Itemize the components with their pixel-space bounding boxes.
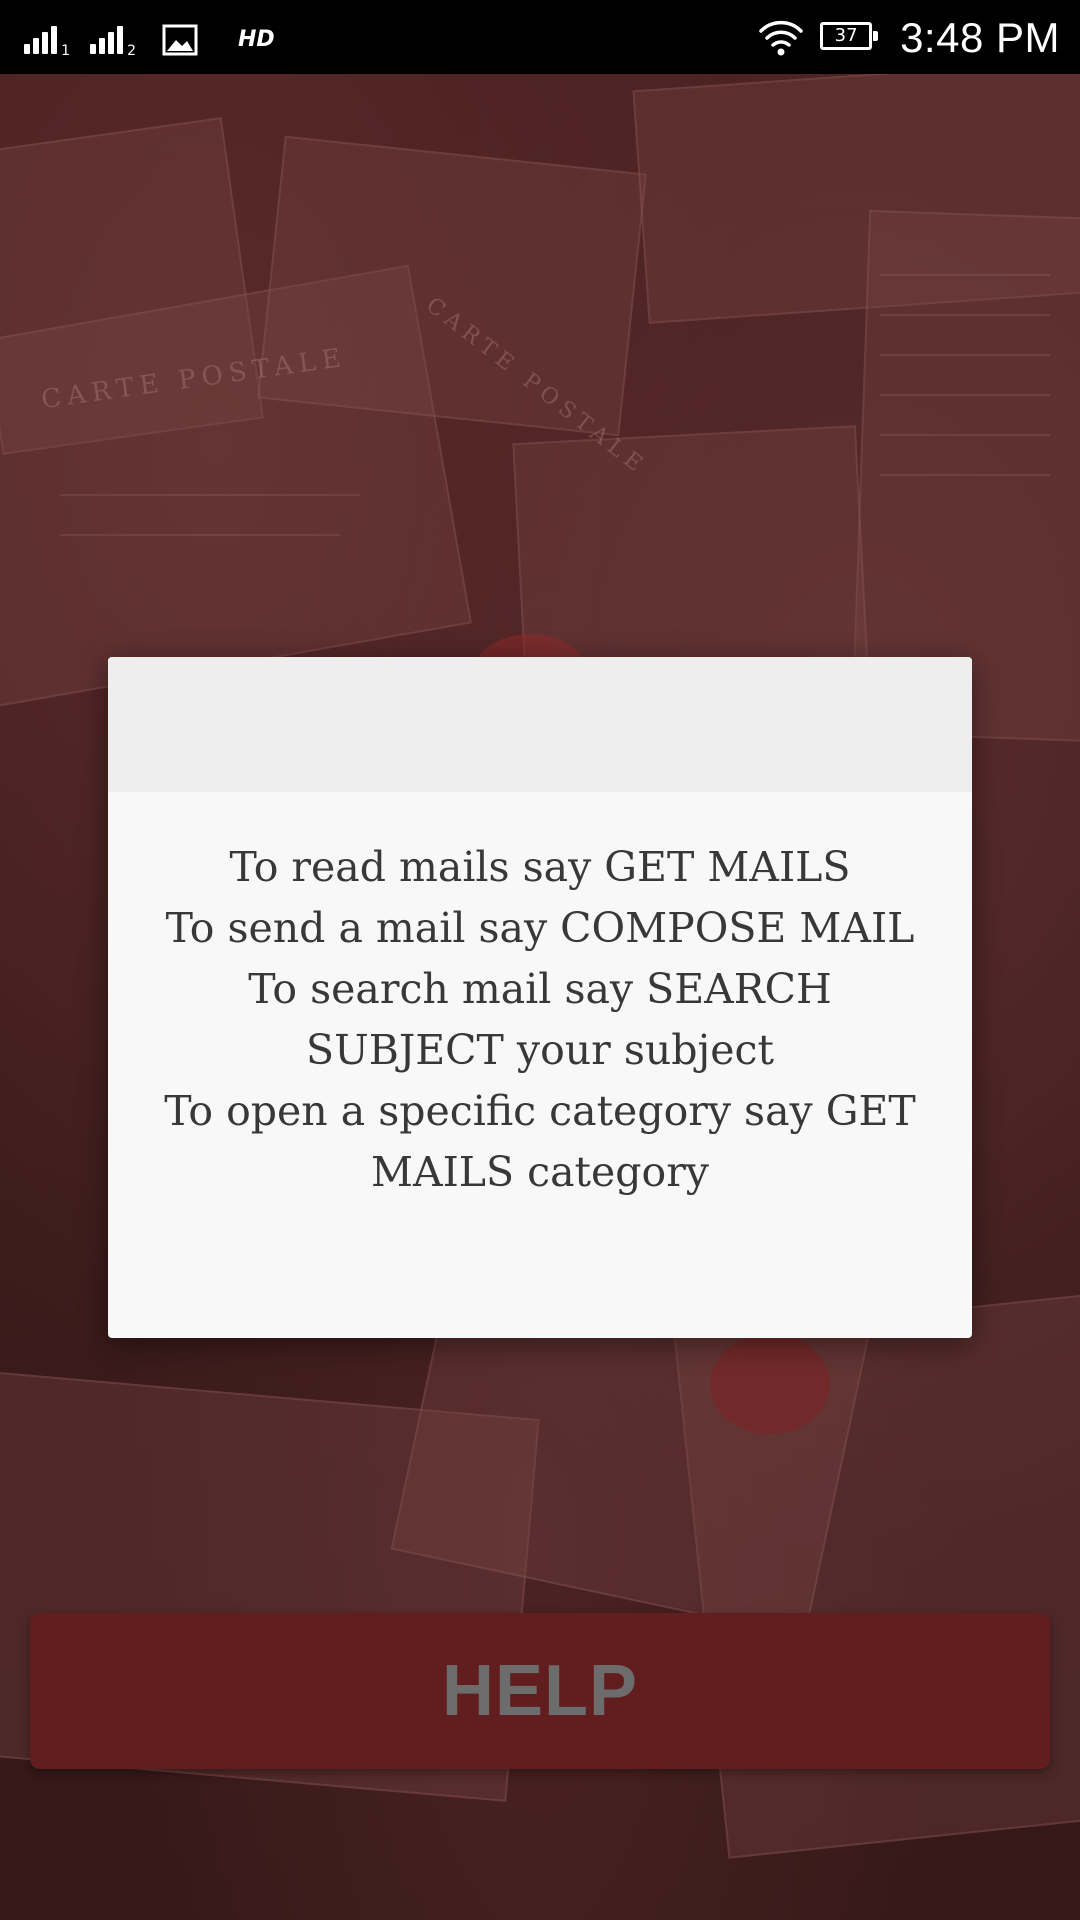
dialog-message: To read mails say GET MAILS To send a ma… xyxy=(148,837,932,1203)
instruction-search-subject: To search mail say SEARCH SUBJECT your s… xyxy=(248,965,832,1074)
dialog-header xyxy=(108,657,972,792)
hd-indicator: HD xyxy=(238,27,275,52)
instruction-get-mails: To read mails say GET MAILS xyxy=(229,843,851,891)
help-button[interactable]: HELP xyxy=(30,1613,1050,1769)
gallery-notification-icon xyxy=(162,24,198,56)
sim2-label: 2 xyxy=(127,43,136,59)
status-bar: 1 2 HD 37 3:48 PM xyxy=(0,0,1080,74)
status-bar-right: 37 3:48 PM xyxy=(758,10,1060,66)
battery-level: 37 xyxy=(834,25,858,46)
instruction-get-mails-category: To open a specific category say GET MAIL… xyxy=(164,1087,916,1196)
clock: 3:48 PM xyxy=(900,14,1060,61)
signal-sim1-icon: 1 xyxy=(24,22,70,59)
background-envelope xyxy=(257,135,647,437)
sim1-label: 1 xyxy=(61,43,70,59)
background-wax-seal-lower xyxy=(710,1334,830,1434)
help-instructions-dialog: To read mails say GET MAILS To send a ma… xyxy=(108,657,972,1338)
battery-icon: 37 xyxy=(820,22,880,54)
signal-sim2-icon: 2 xyxy=(90,22,136,59)
status-bar-left: 1 2 HD xyxy=(24,18,275,58)
instruction-compose-mail: To send a mail say COMPOSE MAIL xyxy=(165,904,915,952)
help-button-label: HELP xyxy=(441,1651,639,1731)
wifi-icon xyxy=(758,18,804,58)
